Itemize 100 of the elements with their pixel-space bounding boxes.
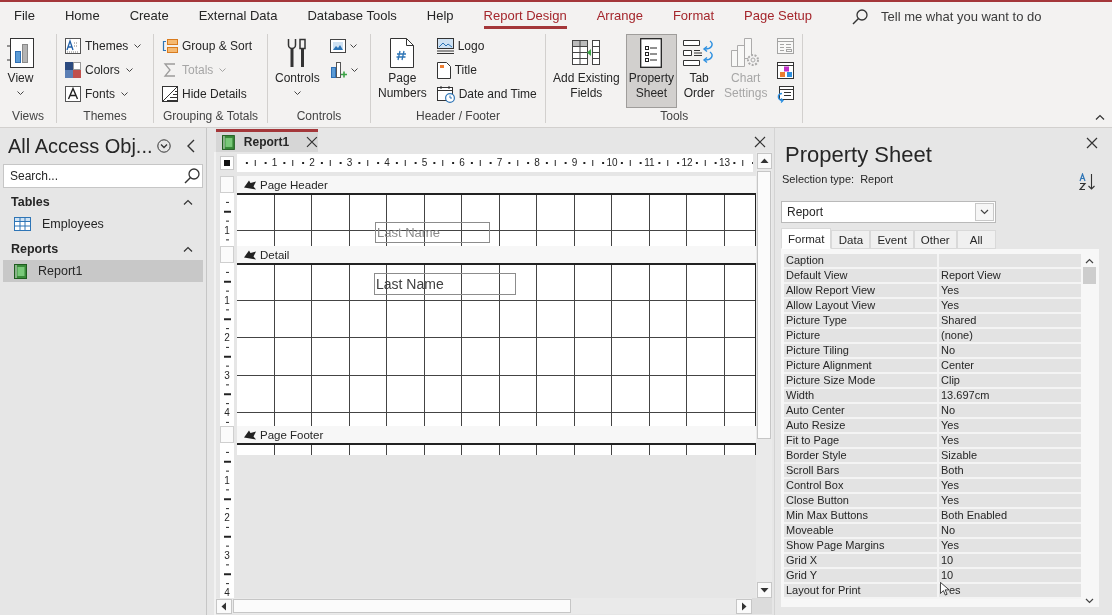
property-value-field[interactable]: Center — [937, 359, 1081, 374]
color-squares-icon — [65, 62, 81, 78]
tell-me-search[interactable]: Tell me what you want to do — [852, 2, 1042, 29]
property-value-field[interactable]: Yes — [937, 419, 1081, 434]
property-name: Width — [784, 389, 937, 404]
property-name: Picture — [784, 329, 937, 344]
property-value-field[interactable]: No — [937, 344, 1081, 359]
search-field[interactable]: Search... — [3, 164, 203, 188]
ruler-number: 6 — [458, 156, 466, 169]
property-value-field[interactable]: Yes — [937, 299, 1081, 314]
document-tab[interactable]: Report1 — [216, 129, 318, 152]
ribbon-button[interactable]: Title — [432, 58, 541, 82]
nav-item[interactable]: Report1 — [3, 260, 203, 282]
ribbon-button[interactable]: View — [4, 34, 37, 108]
property-value-field[interactable]: (none) — [937, 329, 1081, 344]
scroll-down-icon[interactable] — [756, 582, 772, 598]
tools-icon — [286, 38, 309, 68]
chevron-down-icon[interactable] — [1084, 598, 1094, 604]
ribbon-tab[interactable]: Report Design — [483, 2, 567, 29]
property-name: Picture Alignment — [784, 359, 937, 374]
property-name: Auto Center — [784, 404, 937, 419]
ribbon-button[interactable]: Fonts — [61, 82, 146, 106]
hide-details-icon — [162, 86, 178, 102]
horizontal-scrollbar[interactable] — [216, 598, 752, 614]
property-value-field[interactable]: No — [937, 524, 1081, 539]
object-dropdown[interactable]: Report — [781, 201, 996, 223]
sort-icon[interactable] — [1079, 173, 1096, 191]
property-name: Allow Report View — [784, 284, 937, 299]
close-icon[interactable] — [1086, 137, 1098, 149]
property-value-field[interactable]: No — [937, 404, 1081, 419]
close-icon[interactable] — [306, 136, 318, 148]
property-value-field[interactable]: Report View — [937, 269, 1081, 284]
chart-plus-icon — [329, 61, 347, 79]
chevron-left-icon[interactable] — [186, 139, 195, 153]
sigma-icon — [162, 62, 178, 78]
report-icon — [14, 263, 27, 279]
scrollbar-thumb[interactable] — [1082, 267, 1096, 284]
vertical-scrollbar[interactable] — [756, 152, 772, 598]
property-value-field[interactable]: 10 — [937, 554, 1081, 569]
collapse-ribbon-icon[interactable] — [1095, 114, 1105, 120]
themes-icon — [65, 38, 81, 54]
property-tab[interactable]: Event — [870, 230, 914, 249]
scroll-right-icon[interactable] — [736, 598, 752, 614]
nav-group-header[interactable]: Reports — [3, 238, 203, 260]
scrollbar-thumb[interactable] — [233, 599, 571, 613]
section-bar[interactable]: Page Header — [237, 176, 756, 193]
property-tab[interactable]: Format — [781, 228, 832, 249]
nav-group-header[interactable]: Tables — [3, 191, 203, 213]
logo-icon — [436, 38, 454, 54]
scroll-up-icon[interactable] — [756, 153, 772, 169]
property-tab[interactable]: Data — [831, 230, 871, 249]
ribbon-button[interactable]: Page Numbers — [375, 34, 430, 108]
section-bar[interactable]: Page Footer — [237, 426, 756, 443]
property-value-field[interactable]: Yes — [937, 434, 1081, 449]
scroll-left-icon[interactable] — [216, 598, 232, 614]
ribbon-tab[interactable]: Page Setup — [744, 2, 813, 29]
chevron-circle-icon[interactable] — [156, 139, 171, 153]
property-value-field[interactable]: Yes — [937, 479, 1081, 494]
property-value-field[interactable]: Yes — [937, 494, 1081, 509]
property-value-field[interactable]: Yes — [937, 539, 1081, 554]
property-value-field[interactable]: Shared — [937, 314, 1081, 329]
property-value-field[interactable]: Yes — [937, 284, 1081, 299]
ribbon-button[interactable]: Group & Sort — [158, 34, 257, 58]
ribbon-tab[interactable]: Home — [64, 2, 100, 29]
ribbon-tab[interactable]: Format — [672, 2, 715, 29]
nav-item[interactable]: Employees — [3, 213, 203, 235]
ribbon-tab[interactable]: Create — [129, 2, 169, 29]
ribbon-button[interactable]: Date and Time — [432, 82, 541, 106]
ribbon-button[interactable]: Property Sheet — [625, 34, 678, 108]
ribbon-tab[interactable]: Database Tools — [307, 2, 397, 29]
ribbon-button[interactable]: Themes — [61, 34, 146, 58]
section-bar[interactable]: Detail — [237, 246, 756, 263]
property-value-field[interactable]: Both Enabled — [937, 509, 1081, 524]
property-value-field[interactable]: es — [937, 584, 1081, 599]
property-value-field[interactable]: Clip — [937, 374, 1081, 389]
property-tab[interactable]: Other — [913, 230, 957, 249]
property-name: Picture Tiling — [784, 344, 937, 359]
property-value-field[interactable]: Both — [937, 464, 1081, 479]
ribbon-button[interactable]: Add Existing Fields — [550, 34, 623, 108]
scrollbar-thumb[interactable] — [757, 171, 771, 439]
chevron-up-icon[interactable] — [1084, 258, 1094, 264]
close-icon[interactable] — [754, 136, 766, 148]
ribbon-button[interactable]: Hide Details — [158, 82, 257, 106]
ribbon-tab[interactable]: Help — [426, 2, 454, 29]
ribbon-tab[interactable]: Arrange — [596, 2, 643, 29]
ribbon-tab[interactable]: External Data — [198, 2, 278, 29]
property-tab[interactable]: All — [956, 230, 996, 249]
ribbon-button[interactable]: Controls — [272, 34, 323, 108]
ribbon-button[interactable]: Logo — [432, 34, 541, 58]
property-value-field[interactable]: 10 — [937, 569, 1081, 584]
property-name: Scroll Bars — [784, 464, 937, 479]
group-sort-icon — [162, 38, 178, 54]
report-selector-icon[interactable] — [220, 156, 234, 170]
property-value-field[interactable]: Sizable — [937, 449, 1081, 464]
ribbon-tab[interactable]: File — [14, 2, 35, 29]
property-value-field[interactable]: 13.697cm — [937, 389, 1081, 404]
ruler-number: 9 — [570, 156, 579, 169]
ribbon-button[interactable]: Colors — [61, 58, 146, 82]
ruler-number: 1 — [270, 156, 279, 169]
ribbon-button[interactable]: Tab Order — [680, 34, 719, 108]
